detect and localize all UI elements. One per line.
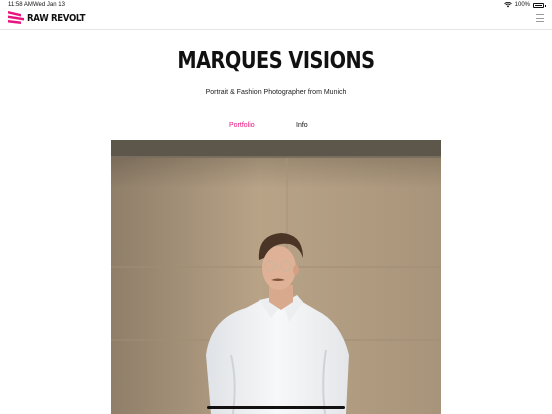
tab-info[interactable]: Info [296,122,308,129]
status-bar: 11:58 AM Wed Jan 13 100% [0,0,552,10]
tab-portfolio[interactable]: Portfolio [229,122,255,129]
app-screen: 11:58 AM Wed Jan 13 100% RAW REVOLT MARQ… [0,0,552,414]
portrait-image [111,140,441,414]
status-time: 11:58 AM [8,2,33,8]
battery-icon [533,2,546,8]
wifi-icon [503,2,512,8]
portfolio-photo[interactable] [111,140,441,414]
home-indicator[interactable] [207,406,345,409]
page-title: MARQUES VISIONS [177,48,375,74]
logo-text: RAW REVOLT [27,12,86,24]
hamburger-menu-icon[interactable] [536,14,544,22]
battery-percent: 100% [514,2,530,8]
page-subtitle: Portrait & Fashion Photographer from Mun… [205,89,347,96]
status-indicators: 100% [503,2,546,8]
app-header: RAW REVOLT [0,10,552,30]
status-date: Wed Jan 13 [33,2,65,8]
stripes-logo-icon [8,11,24,24]
logo[interactable]: RAW REVOLT [8,11,95,25]
